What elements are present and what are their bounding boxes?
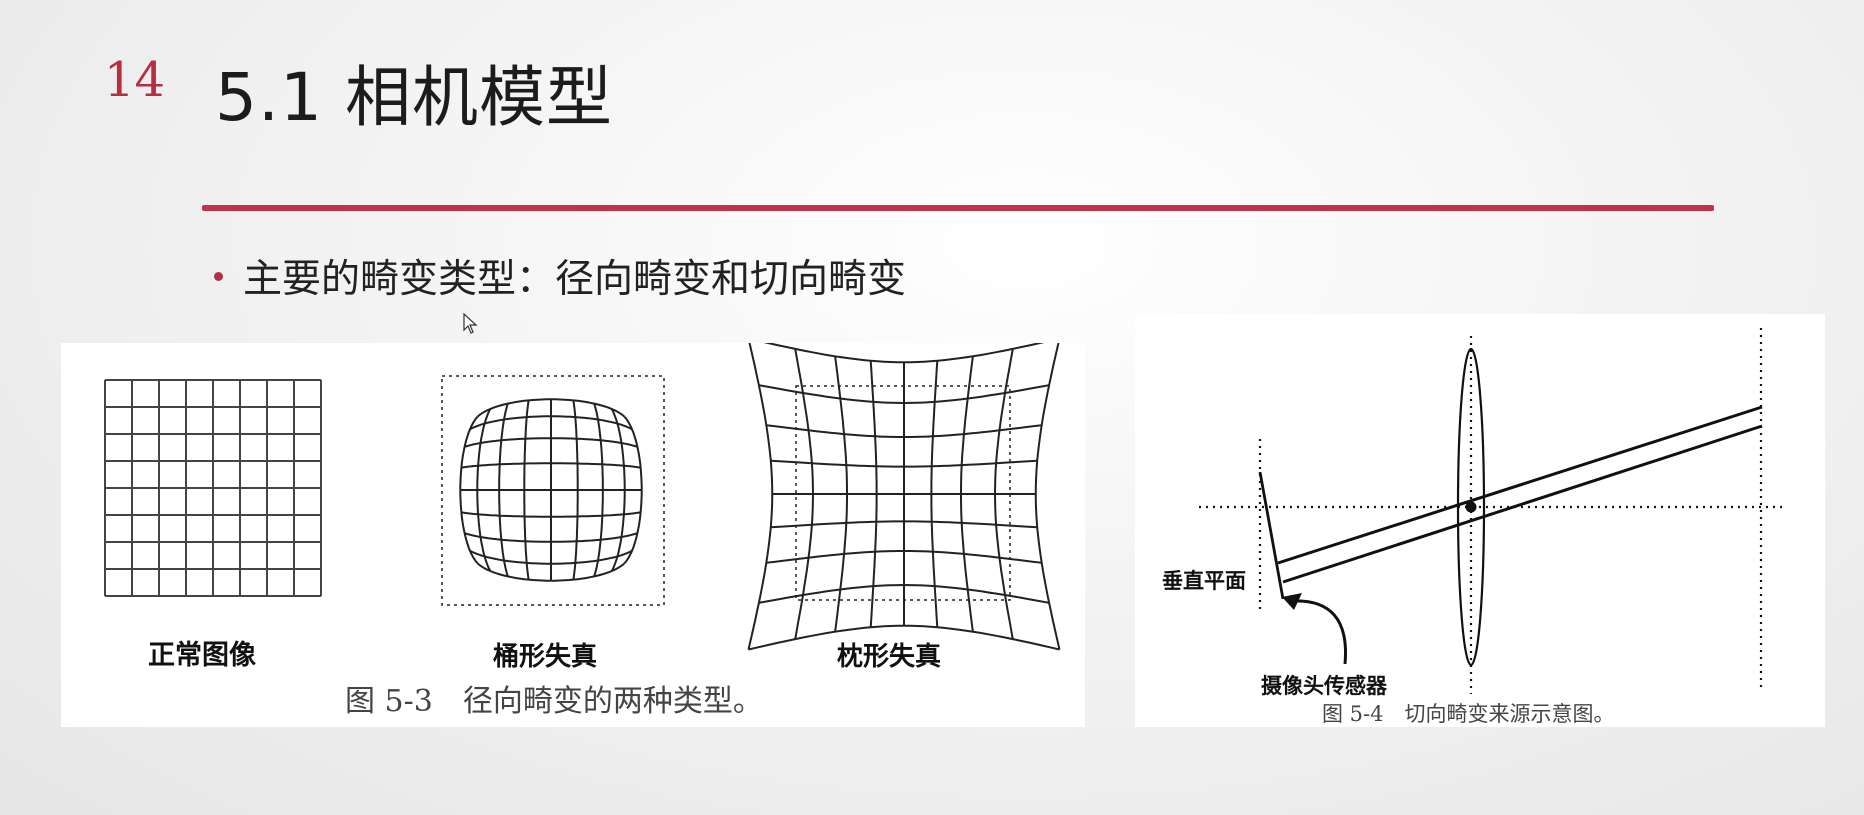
label-camera-sensor: 摄像头传感器 bbox=[1261, 674, 1387, 698]
title-divider bbox=[202, 205, 1714, 211]
bullet-text: 主要的畸变类型：径向畸变和切向畸变 bbox=[243, 257, 907, 302]
pincushion-grid-diagram bbox=[747, 343, 1061, 651]
bullet-item: 主要的畸变类型：径向畸变和切向畸变 bbox=[214, 248, 906, 304]
label-vertical-plane: 垂直平面 bbox=[1162, 569, 1246, 593]
sensor-line bbox=[1258, 471, 1285, 600]
slide-title: 5.1 相机模型 bbox=[215, 59, 613, 136]
figure-radial-distortion: 正常图像 桶形失真 枕形失真 图 5-3 径向畸变的两种类型。 bbox=[61, 343, 1085, 727]
figure-tangential-distortion: 垂直平面 摄像头传感器 图 5-4 切向畸变来源示意图。 bbox=[1135, 314, 1825, 727]
figure-caption: 图 5-3 径向畸变的两种类型。 bbox=[345, 684, 763, 719]
bullet-dot-icon bbox=[214, 271, 223, 281]
normal-grid-diagram bbox=[104, 379, 322, 597]
sensor-arrow bbox=[1290, 599, 1348, 665]
label-normal-image: 正常图像 bbox=[148, 640, 256, 671]
label-pincushion-distortion: 枕形失真 bbox=[837, 642, 942, 672]
label-barrel-distortion: 桶形失真 bbox=[493, 642, 598, 672]
barrel-grid-diagram bbox=[441, 375, 665, 606]
tangential-diagram bbox=[1199, 328, 1785, 694]
mouse-pointer-icon bbox=[463, 313, 478, 334]
slide-number: 14 bbox=[104, 52, 166, 108]
figure-caption: 图 5-4 切向畸变来源示意图。 bbox=[1322, 702, 1615, 726]
